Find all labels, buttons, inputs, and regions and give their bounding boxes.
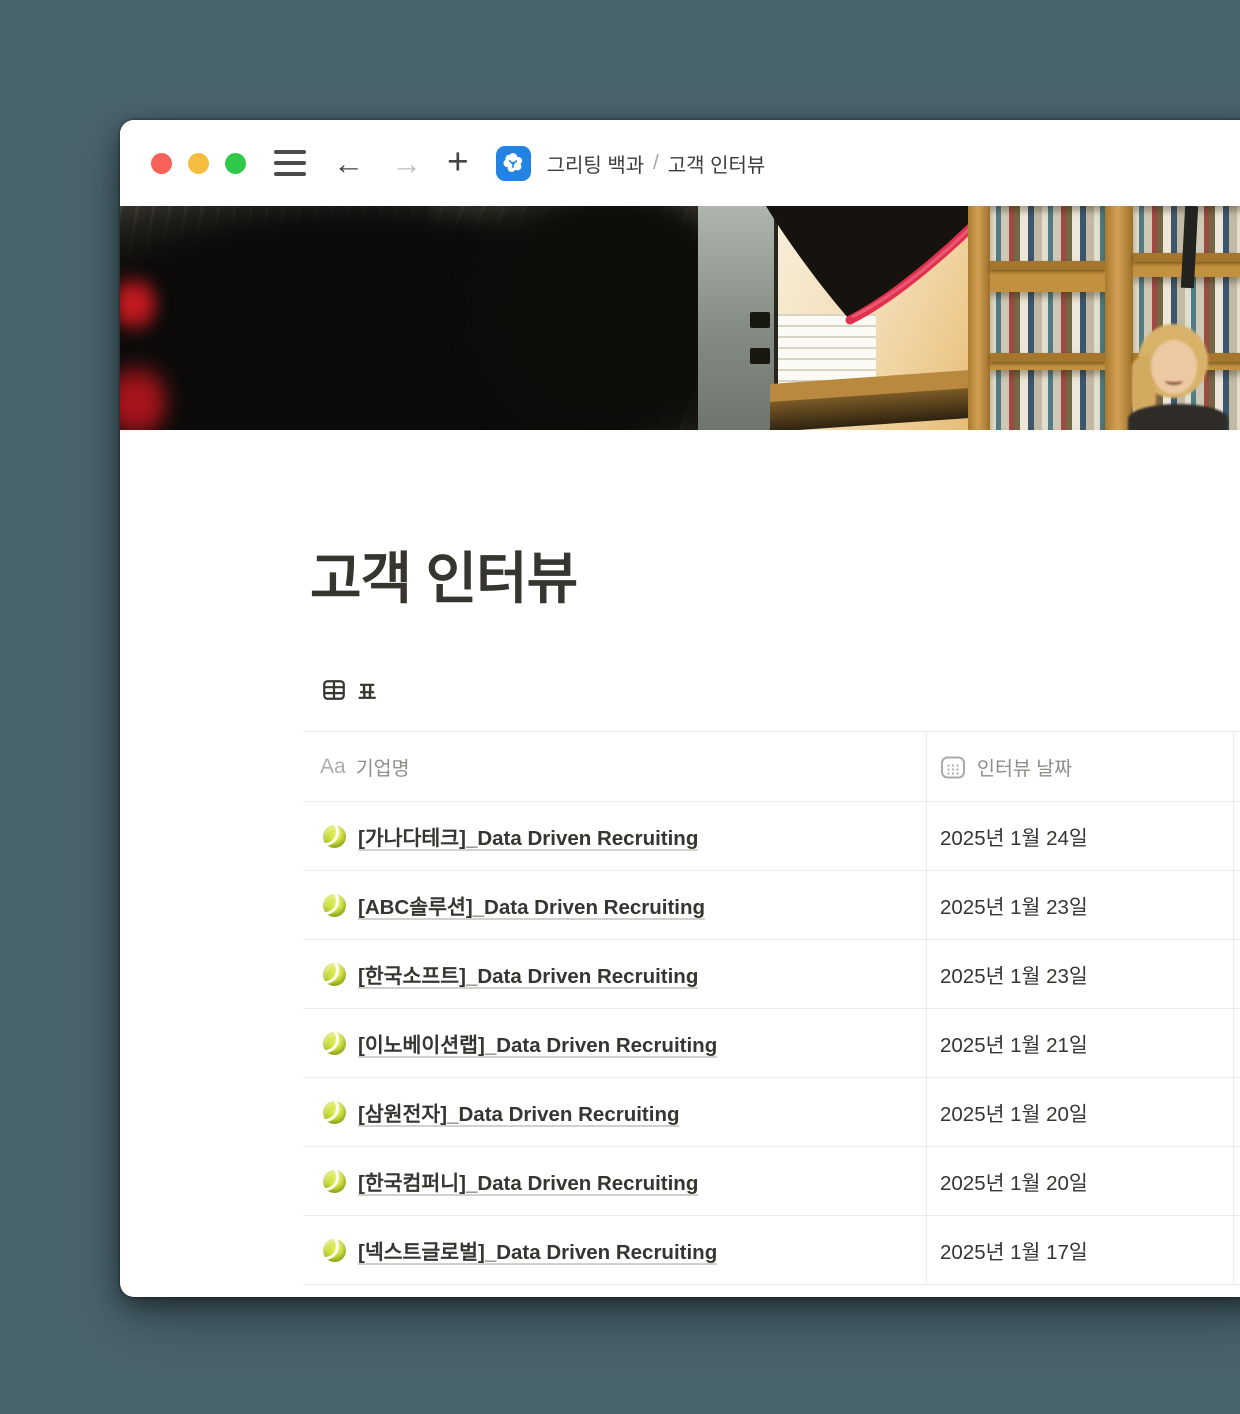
page-link[interactable]: [넥스트글로벌]_Data Driven Recruiting xyxy=(358,1235,717,1265)
bookshelf-post xyxy=(968,206,990,430)
tennis-ball-icon xyxy=(323,1170,346,1193)
date-cell[interactable]: 2025년 1월 23일 xyxy=(926,871,1233,939)
page-link[interactable]: [한국컴퍼니]_Data Driven Recruiting xyxy=(358,1166,698,1196)
date-cell[interactable]: 2025년 1월 17일 xyxy=(926,1216,1233,1284)
hamburger-icon xyxy=(274,150,306,154)
column-stub xyxy=(1233,1009,1240,1077)
cover-softbox-flag xyxy=(760,206,996,332)
column-stub xyxy=(1233,802,1240,870)
page-link[interactable]: [삼원전자]_Data Driven Recruiting xyxy=(358,1097,680,1127)
page-link[interactable]: [이노베이션랩]_Data Driven Recruiting xyxy=(358,1028,717,1058)
app-window: ← → + 그리팅 백과 / 고객 인터뷰 xyxy=(120,120,1240,1297)
date-cell[interactable]: 2025년 1월 20일 xyxy=(926,1078,1233,1146)
hamburger-icon xyxy=(274,172,306,176)
tennis-ball-icon xyxy=(323,1032,346,1055)
column-stub xyxy=(1233,732,1240,801)
view-tab-label: 표 xyxy=(358,676,376,705)
bookshelf-books xyxy=(990,292,1105,353)
tennis-ball-icon xyxy=(323,1239,346,1262)
page-title: 고객 인터뷰 xyxy=(310,534,1240,615)
zoom-button[interactable] xyxy=(225,153,246,174)
cover-smiling-woman xyxy=(1120,316,1240,430)
column-header-label: 인터뷰 날짜 xyxy=(977,752,1072,781)
date-cell[interactable]: 2025년 1월 23일 xyxy=(926,940,1233,1008)
page-content: 고객 인터뷰 표 Aa 기업명 xyxy=(120,534,1240,1294)
traffic-lights xyxy=(151,153,246,174)
database-table: Aa 기업명 인터뷰 날짜 xyxy=(303,731,1240,1294)
back-arrow-icon[interactable]: ← xyxy=(333,148,364,179)
table-row: [삼원전자]_Data Driven Recruiting 2025년 1월 2… xyxy=(303,1077,1240,1146)
table-row: [ABC솔루션]_Data Driven Recruiting 2025년 1월… xyxy=(303,870,1240,939)
column-stub xyxy=(1233,940,1240,1008)
table-row: [가나다테크]_Data Driven Recruiting 2025년 1월 … xyxy=(303,801,1240,870)
table-row: [이노베이션랩]_Data Driven Recruiting 2025년 1월… xyxy=(303,1008,1240,1077)
column-stub xyxy=(1233,1078,1240,1146)
notion-clover-icon xyxy=(501,151,525,175)
column-header-date[interactable]: 인터뷰 날짜 xyxy=(926,732,1233,801)
column-stub xyxy=(1233,1216,1240,1284)
bookshelf-board xyxy=(990,261,1105,270)
calendar-icon xyxy=(940,754,966,780)
page-link[interactable]: [한국소프트]_Data Driven Recruiting xyxy=(358,959,698,989)
page-link[interactable]: [가나다테크]_Data Driven Recruiting xyxy=(358,821,698,851)
forward-arrow-icon[interactable]: → xyxy=(391,148,422,179)
bookshelf-books xyxy=(990,206,1105,261)
tennis-ball-icon xyxy=(323,825,346,848)
cover-panel-hinge xyxy=(750,348,770,364)
sidebar-menu-button[interactable] xyxy=(274,150,306,176)
column-stub xyxy=(1233,871,1240,939)
minimize-button[interactable] xyxy=(188,153,209,174)
table-header-row: Aa 기업명 인터뷰 날짜 xyxy=(303,731,1240,801)
page-link[interactable]: [ABC솔루션]_Data Driven Recruiting xyxy=(358,890,705,920)
date-cell[interactable]: 2025년 1월 21일 xyxy=(926,1009,1233,1077)
table-bottom-divider xyxy=(303,1284,1240,1294)
table-row: [한국컴퍼니]_Data Driven Recruiting 2025년 1월 … xyxy=(303,1146,1240,1215)
cover-image xyxy=(120,206,1240,430)
window-titlebar: ← → + 그리팅 백과 / 고객 인터뷰 xyxy=(120,120,1240,206)
breadcrumb-parent[interactable]: 그리팅 백과 xyxy=(547,149,645,178)
date-cell[interactable]: 2025년 1월 24일 xyxy=(926,802,1233,870)
table-grid-icon xyxy=(323,680,345,700)
tennis-ball-icon xyxy=(323,963,346,986)
table-row: [넥스트글로벌]_Data Driven Recruiting 2025년 1월… xyxy=(303,1215,1240,1284)
breadcrumb-separator: / xyxy=(653,152,659,175)
breadcrumb-current[interactable]: 고객 인터뷰 xyxy=(668,149,766,178)
column-header-company[interactable]: Aa 기업명 xyxy=(303,732,926,801)
hamburger-icon xyxy=(274,161,306,165)
bookshelf-board xyxy=(990,353,1105,362)
bookshelf-books xyxy=(990,370,1105,430)
table-row: [한국소프트]_Data Driven Recruiting 2025년 1월 … xyxy=(303,939,1240,1008)
workspace-app-icon[interactable] xyxy=(496,146,531,181)
tab-table-view[interactable]: 표 xyxy=(323,675,376,705)
breadcrumb: 그리팅 백과 / 고객 인터뷰 xyxy=(547,149,766,178)
date-cell[interactable]: 2025년 1월 20일 xyxy=(926,1147,1233,1215)
tennis-ball-icon xyxy=(323,1101,346,1124)
text-type-icon: Aa xyxy=(320,755,346,779)
close-button[interactable] xyxy=(151,153,172,174)
column-stub xyxy=(1233,1147,1240,1215)
tennis-ball-icon xyxy=(323,894,346,917)
column-header-label: 기업명 xyxy=(356,752,410,781)
new-tab-plus-icon[interactable]: + xyxy=(447,143,469,180)
